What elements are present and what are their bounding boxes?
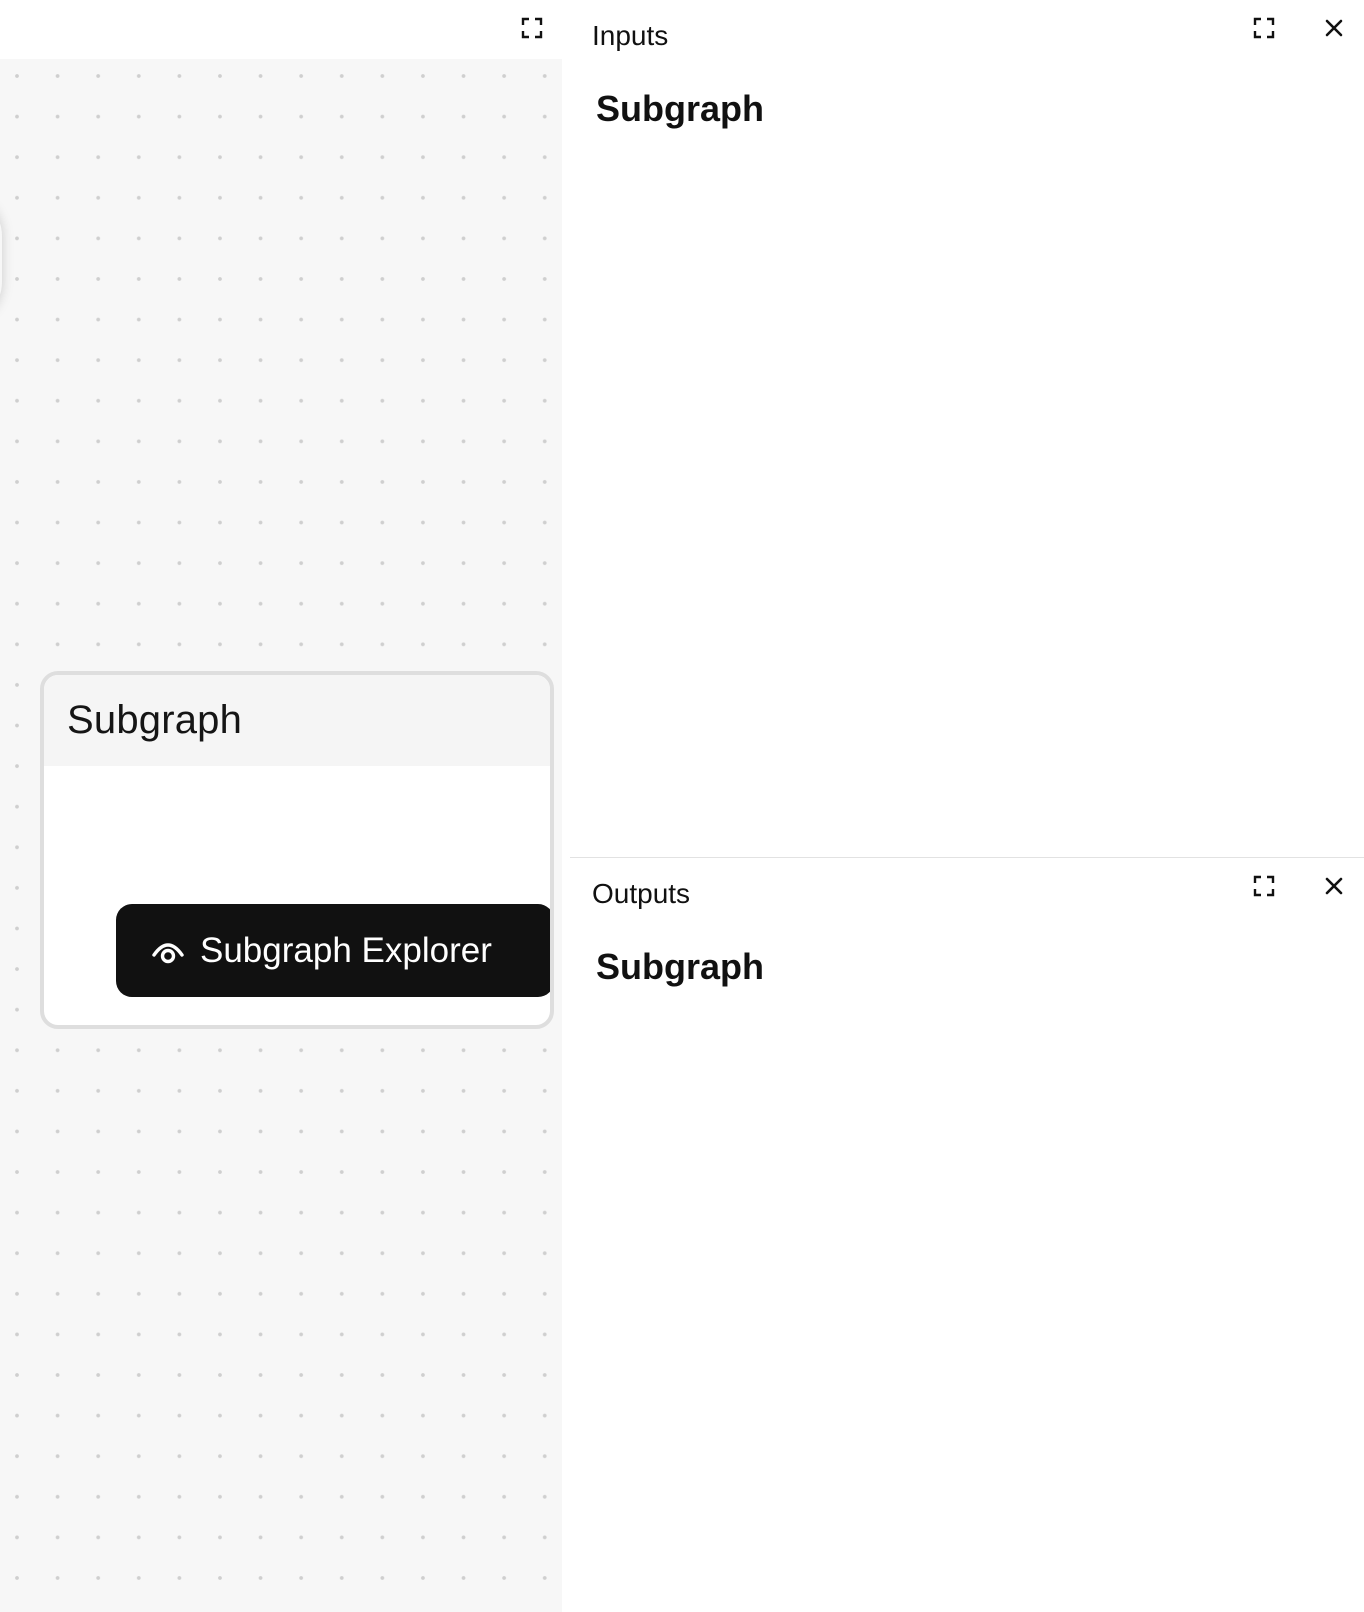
- outputs-expand-button[interactable]: [1250, 872, 1278, 900]
- inputs-panel-label: Inputs: [592, 20, 669, 51]
- inputs-panel: Inputs Subgraph: [570, 0, 1364, 857]
- outputs-panel: Outputs Subgraph: [570, 858, 1364, 1612]
- canvas-expand-button[interactable]: [518, 14, 546, 42]
- subgraph-node-title: Subgraph: [67, 698, 243, 742]
- canvas-toolbar: [0, 0, 562, 59]
- expand-icon: [521, 17, 543, 39]
- subgraph-node[interactable]: Subgraph Subgraph Explorer: [40, 671, 554, 1029]
- subgraph-explorer-label: Subgraph Explorer: [200, 930, 492, 970]
- outputs-close-button[interactable]: [1320, 872, 1348, 900]
- expand-icon: [1253, 875, 1275, 897]
- subgraph-node-header[interactable]: Subgraph: [44, 675, 550, 766]
- expand-icon: [1253, 17, 1275, 39]
- outputs-panel-label: Outputs: [592, 878, 691, 909]
- inputs-close-button[interactable]: [1320, 14, 1348, 42]
- close-icon: [1325, 19, 1343, 37]
- eye-icon: [150, 933, 186, 969]
- outputs-panel-heading: Subgraph: [596, 946, 764, 987]
- subgraph-explorer-button[interactable]: Subgraph Explorer: [116, 904, 550, 997]
- inputs-expand-button[interactable]: [1250, 14, 1278, 42]
- close-icon: [1325, 877, 1343, 895]
- inputs-panel-heading: Subgraph: [596, 88, 764, 129]
- offscreen-node-edge[interactable]: [0, 194, 2, 324]
